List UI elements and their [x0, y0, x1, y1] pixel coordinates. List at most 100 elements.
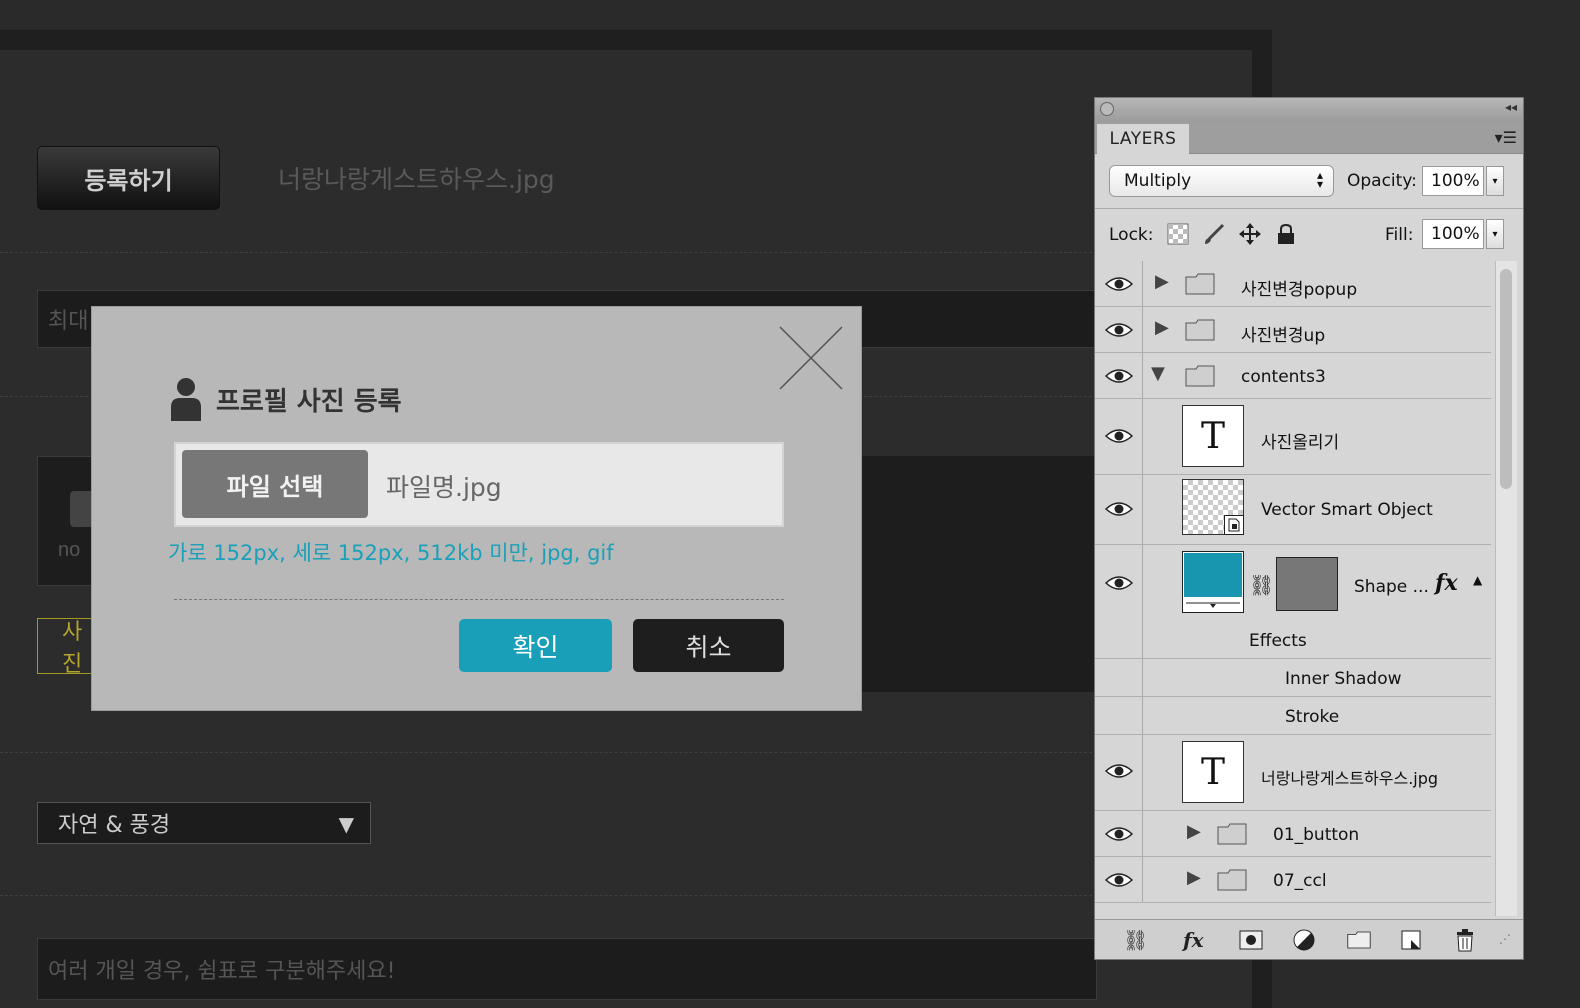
photo-placeholder: no [37, 456, 97, 586]
eye-icon[interactable] [1105, 826, 1133, 842]
lock-transparent-icon[interactable] [1167, 223, 1189, 245]
lock-all-padlock-icon[interactable] [1275, 223, 1297, 245]
collapse-icon[interactable]: ◂◂ [1505, 100, 1517, 114]
layer-name: 너랑나랑게스트하우스.jpg [1261, 769, 1439, 788]
visibility-toggle[interactable] [1095, 857, 1143, 902]
layer-row[interactable]: ▶ 07_ccl [1095, 857, 1491, 903]
eye-icon[interactable] [1105, 872, 1133, 888]
tab-layers[interactable]: LAYERS [1097, 124, 1189, 154]
layers-scrollbar[interactable] [1495, 261, 1517, 916]
modal-title-text: 프로필 사진 등록 [216, 386, 402, 417]
category-select[interactable]: 자연 & 풍경 ▼ [37, 802, 371, 844]
adjustment-layer-icon[interactable] [1293, 929, 1315, 951]
modal-title: 프로필 사진 등록 [170, 377, 402, 421]
visibility-toggle[interactable] [1095, 621, 1143, 658]
layer-row[interactable]: Vector Smart Object [1095, 475, 1491, 545]
layer-row[interactable]: ▶ 사진변경popup [1095, 261, 1491, 307]
effect-row[interactable]: Stroke [1095, 697, 1491, 735]
dropdown-arrow-icon: ▼ [338, 812, 354, 836]
photo-upload-button[interactable]: 사진 [37, 618, 97, 676]
upload-hint: 가로 152px, 세로 152px, 512kb 미만, jpg, gif [168, 541, 614, 565]
layer-row[interactable]: T 사진올리기 [1095, 399, 1491, 475]
fill-dropdown-icon[interactable]: ▾ [1486, 219, 1504, 249]
lock-pixels-brush-icon[interactable] [1203, 223, 1225, 245]
register-button[interactable]: 등록하기 [37, 146, 220, 210]
effects-label: Effects [1249, 631, 1307, 651]
link-chain-icon[interactable]: ⛓ [1249, 573, 1274, 597]
tags-input-placeholder: 여러 개일 경우, 쉼표로 구분해주세요! [48, 959, 396, 984]
fill-field[interactable]: 100% [1422, 219, 1484, 249]
visibility-toggle[interactable] [1095, 697, 1143, 734]
divider [0, 752, 1252, 753]
layer-name: Vector Smart Object [1261, 500, 1433, 520]
add-mask-icon[interactable] [1239, 930, 1263, 950]
panel-titlebar[interactable]: ◂◂ [1095, 98, 1523, 122]
folder-icon [1185, 273, 1215, 295]
tags-input[interactable]: 여러 개일 경우, 쉼표로 구분해주세요! [37, 938, 1097, 1000]
visibility-toggle[interactable] [1095, 545, 1143, 621]
expand-triangle-icon[interactable]: ▶ [1187, 867, 1201, 888]
lock-position-move-icon[interactable] [1239, 223, 1261, 245]
collapse-triangle-icon[interactable]: ▼ [1151, 363, 1165, 384]
fx-icon[interactable]: fx [1435, 570, 1458, 596]
resize-grip-icon[interactable]: ⋰ [1499, 932, 1511, 946]
selected-file-name: 파일명.jpg [386, 473, 502, 502]
expand-triangle-icon[interactable]: ▶ [1155, 271, 1169, 292]
eye-icon[interactable] [1105, 763, 1133, 779]
new-group-folder-icon[interactable] [1347, 930, 1371, 950]
eye-icon[interactable] [1105, 276, 1133, 292]
opacity-dropdown-icon[interactable]: ▾ [1486, 166, 1504, 196]
layer-row[interactable]: ▶ 01_button [1095, 811, 1491, 857]
choose-file-button[interactable]: 파일 선택 [182, 450, 368, 518]
panel-tabbar: LAYERS ▾☰ [1095, 122, 1523, 154]
updown-arrows-icon: ▴ ▾ [1316, 168, 1323, 191]
visibility-toggle[interactable] [1095, 811, 1143, 856]
expand-triangle-icon[interactable]: ▶ [1155, 317, 1169, 338]
visibility-toggle[interactable] [1095, 307, 1143, 352]
link-layers-icon[interactable]: ⛓ [1123, 928, 1148, 952]
cancel-button[interactable]: 취소 [633, 619, 784, 672]
delete-layer-trash-icon[interactable] [1455, 928, 1475, 952]
eye-icon[interactable] [1105, 368, 1133, 384]
visibility-toggle[interactable] [1095, 659, 1143, 696]
layer-name: contents3 [1241, 367, 1326, 387]
expand-triangle-icon[interactable]: ▶ [1187, 821, 1201, 842]
visibility-toggle[interactable] [1095, 399, 1143, 474]
eye-icon[interactable] [1105, 575, 1133, 591]
photo-preview-area [860, 456, 1094, 692]
visibility-toggle[interactable] [1095, 735, 1143, 810]
add-layer-style-fx-icon[interactable]: fx [1183, 928, 1204, 952]
folder-icon [1217, 869, 1247, 891]
layer-name: 사진올리기 [1261, 433, 1340, 453]
folder-icon [1185, 365, 1215, 387]
confirm-button[interactable]: 확인 [459, 619, 612, 672]
file-input-row: 파일 선택 파일명.jpg [174, 442, 784, 527]
blend-mode-value: Multiply [1124, 171, 1192, 191]
folder-icon [1185, 319, 1215, 341]
visibility-toggle[interactable] [1095, 475, 1143, 544]
blend-mode-select[interactable]: Multiply ▴ ▾ [1109, 165, 1334, 197]
visibility-toggle[interactable] [1095, 353, 1143, 398]
vector-mask-thumbnail-icon [1276, 557, 1338, 611]
eye-icon[interactable] [1105, 501, 1133, 517]
panel-menu-icon[interactable]: ▾☰ [1495, 128, 1517, 147]
collapse-effects-arrow-icon[interactable]: ▲ [1473, 573, 1482, 587]
effect-name: Inner Shadow [1285, 669, 1402, 689]
max-input-placeholder: 최대 [48, 309, 89, 334]
close-icon[interactable] [778, 325, 844, 391]
layer-row[interactable]: T 너랑나랑게스트하우스.jpg [1095, 735, 1491, 811]
layer-row[interactable]: ⛓ Shape ... fx ▲ [1095, 545, 1491, 621]
eye-icon[interactable] [1105, 428, 1133, 444]
layer-row[interactable]: ▼ contents3 [1095, 353, 1491, 399]
close-panel-icon[interactable] [1100, 102, 1114, 116]
scrollbar-thumb[interactable] [1500, 269, 1512, 489]
layer-row[interactable]: ▶ 사진변경up [1095, 307, 1491, 353]
opacity-field[interactable]: 100% [1422, 166, 1484, 196]
visibility-toggle[interactable] [1095, 261, 1143, 306]
effects-row[interactable]: Effects [1095, 621, 1491, 659]
eye-icon[interactable] [1105, 322, 1133, 338]
profile-photo-modal: 프로필 사진 등록 파일 선택 파일명.jpg 가로 152px, 세로 152… [91, 306, 862, 711]
effect-name: Stroke [1285, 707, 1340, 727]
effect-row[interactable]: Inner Shadow [1095, 659, 1491, 697]
new-layer-icon[interactable] [1401, 930, 1421, 950]
